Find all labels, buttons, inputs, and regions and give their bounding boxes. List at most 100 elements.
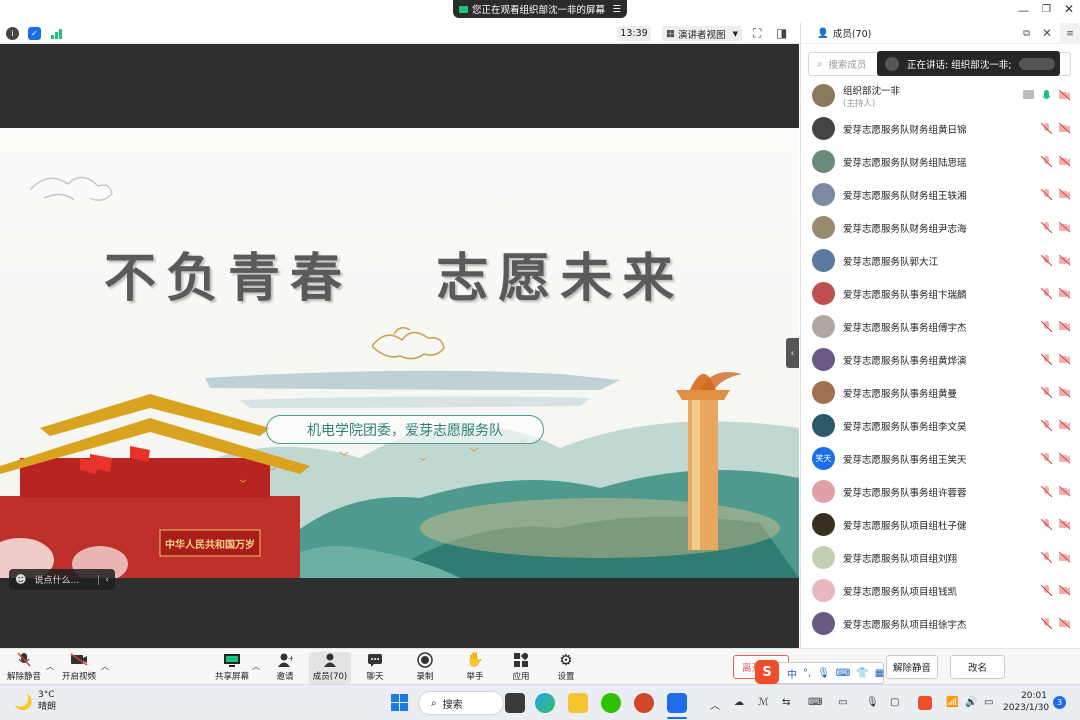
camera-off-icon[interactable]	[1059, 486, 1070, 497]
weather-moon-icon[interactable]: 🌙	[14, 693, 33, 711]
unmute-button[interactable]: 解除静音	[2, 652, 46, 682]
camera-off-icon[interactable]	[1059, 552, 1070, 563]
invite-button[interactable]: + 邀请	[263, 652, 307, 682]
mic-off-icon[interactable]	[1041, 585, 1052, 596]
tencent-meeting-icon[interactable]	[667, 693, 687, 713]
member-row[interactable]: 爱芽志愿服务队项目组徐宇杰	[801, 607, 1080, 640]
mic-off-icon[interactable]	[1041, 255, 1052, 266]
chevron-left-icon[interactable]: ‹	[98, 574, 109, 585]
ime-lang[interactable]: 中	[787, 666, 797, 681]
member-row[interactable]: 爱芽志愿服务队财务组黄日锦	[801, 112, 1080, 145]
mic-on-icon[interactable]	[1041, 90, 1052, 101]
mic-off-icon[interactable]	[1041, 222, 1052, 233]
wechat-icon[interactable]	[601, 693, 621, 713]
record-button[interactable]: 录制	[403, 651, 447, 682]
rename-button[interactable]: 改名	[950, 655, 1005, 679]
notification-badge[interactable]: 3	[1053, 696, 1066, 709]
settings-button[interactable]: ⚙ 设置	[544, 651, 588, 683]
member-row[interactable]: 爱芽志愿服务队财务组陆思瑶	[801, 145, 1080, 178]
taskbar-search[interactable]: ⌕ 搜索	[418, 691, 504, 715]
camera-off-icon[interactable]	[1059, 585, 1070, 596]
keyboard-icon[interactable]: ⌨	[836, 668, 850, 679]
volume-icon[interactable]: 🔊	[965, 697, 977, 708]
camera-off-icon[interactable]	[1059, 123, 1070, 134]
raise-hand-button[interactable]: ✋ 举手	[453, 652, 497, 683]
punct-icon[interactable]: °,	[803, 668, 811, 679]
tray-app-icon[interactable]: ℳ	[758, 697, 769, 708]
wifi-icon[interactable]: 📶	[946, 697, 958, 708]
mic-off-icon[interactable]	[1041, 552, 1052, 563]
mic-off-icon[interactable]	[1041, 420, 1052, 431]
onedrive-icon[interactable]: ☁	[734, 697, 744, 708]
camera-off-icon[interactable]	[1059, 90, 1070, 101]
edge-icon[interactable]	[535, 693, 555, 713]
member-row[interactable]: 爱芽志愿服务队项目组杜子健	[801, 508, 1080, 541]
mic-off-icon[interactable]	[1041, 156, 1052, 167]
powerpoint-icon[interactable]	[634, 693, 654, 713]
mic-off-icon[interactable]	[1041, 453, 1052, 464]
mic-off-icon[interactable]	[1041, 519, 1052, 530]
member-row[interactable]: 爱芽志愿服务队财务组王轶湘	[801, 178, 1080, 211]
mic-off-icon[interactable]	[1041, 618, 1052, 629]
restore-icon[interactable]: ❐	[1042, 4, 1051, 15]
weather-widget[interactable]: 3°C 晴朗	[38, 689, 56, 713]
camera-off-icon[interactable]	[1059, 354, 1070, 365]
shield-icon[interactable]: ✓	[28, 27, 41, 40]
camera-off-icon[interactable]	[1059, 387, 1070, 398]
clock[interactable]: 20:01 2023/1/30	[1003, 690, 1049, 714]
mic-off-icon[interactable]	[1041, 123, 1052, 134]
start-video-button[interactable]: 开启视频	[57, 652, 101, 682]
mic-off-icon[interactable]	[1041, 189, 1052, 200]
chat-button[interactable]: 聊天	[353, 652, 397, 682]
signal-icon[interactable]	[51, 28, 64, 39]
member-row[interactable]: 爱芽志愿服务队事务组卞瑞麟	[801, 277, 1080, 310]
skin-icon[interactable]: 👕	[856, 668, 868, 679]
mic-off-icon[interactable]	[1041, 321, 1052, 332]
chevron-up-icon[interactable]: ︿	[46, 661, 54, 672]
fullscreen-icon[interactable]: ⛶	[753, 26, 761, 41]
camera-off-icon[interactable]	[1059, 222, 1070, 233]
camera-off-icon[interactable]	[1059, 156, 1070, 167]
mic-off-icon[interactable]	[1041, 288, 1052, 299]
keyboard-icon[interactable]: ⌨	[808, 697, 822, 708]
emoji-icon[interactable]: ☻	[15, 573, 26, 586]
member-row[interactable]: 爱芽志愿服务队事务组李文昊	[801, 409, 1080, 442]
screen-share-banner[interactable]: 您正在观看组织部沈一非的屏幕 ☰	[453, 0, 627, 18]
mic-off-icon[interactable]	[1041, 486, 1052, 497]
more-menu-icon[interactable]: ≡	[1060, 23, 1080, 44]
menu-icon[interactable]: ☰	[612, 4, 621, 15]
member-row[interactable]: 爱芽志愿服务队项目组钱凯	[801, 574, 1080, 607]
battery-icon[interactable]: ▭	[984, 697, 993, 708]
chat-quick-input[interactable]: ☻ 说点什么... ‹	[9, 569, 115, 590]
apps-button[interactable]: 应用	[499, 652, 543, 682]
sogou-tray-icon[interactable]	[918, 696, 932, 710]
mic-icon[interactable]: 🎙	[866, 697, 879, 708]
member-row[interactable]: 爱芽志愿服务队项目组刘翔	[801, 541, 1080, 574]
chevron-up-icon[interactable]: ︿	[101, 661, 109, 672]
mic-off-icon[interactable]	[1041, 387, 1052, 398]
task-view-icon[interactable]	[505, 693, 525, 713]
close-window-icon[interactable]: ✕	[1064, 2, 1074, 16]
member-row[interactable]: 组织部沈一非 (主持人)	[801, 79, 1080, 112]
popout-icon[interactable]: ⧉	[1023, 28, 1030, 39]
camera-off-icon[interactable]	[1059, 321, 1070, 332]
mic-off-icon[interactable]	[1041, 354, 1052, 365]
member-row[interactable]: 爱芽志愿服务队事务组黄曼	[801, 376, 1080, 409]
minimize-icon[interactable]: —	[1018, 4, 1029, 17]
close-panel-icon[interactable]: ✕	[1042, 26, 1052, 40]
grid-icon[interactable]: ▦	[875, 668, 884, 679]
chevron-up-icon[interactable]: ︿	[252, 661, 260, 672]
view-mode-select[interactable]: ▦ 演讲者视图 ▼	[662, 26, 742, 41]
sidebar-toggle-icon[interactable]: ◨	[776, 26, 787, 40]
info-icon[interactable]: i	[6, 27, 19, 40]
member-row[interactable]: 爱芽志愿服务队事务组许蓉蓉	[801, 475, 1080, 508]
camera-off-icon[interactable]	[1059, 189, 1070, 200]
camera-off-icon[interactable]	[1059, 519, 1070, 530]
members-button[interactable]: 成员(70)	[309, 652, 351, 684]
member-row[interactable]: 笑天 爱芽志愿服务队事务组王笑天	[801, 442, 1080, 475]
file-explorer-icon[interactable]	[568, 693, 588, 713]
unmute-all-button[interactable]: 解除静音	[886, 655, 938, 679]
member-row[interactable]: 爱芽志愿服务队郭大江	[801, 244, 1080, 277]
member-row[interactable]: 爱芽志愿服务队事务组黄烨演	[801, 343, 1080, 376]
tray-sync-icon[interactable]: ⇆	[782, 697, 790, 708]
